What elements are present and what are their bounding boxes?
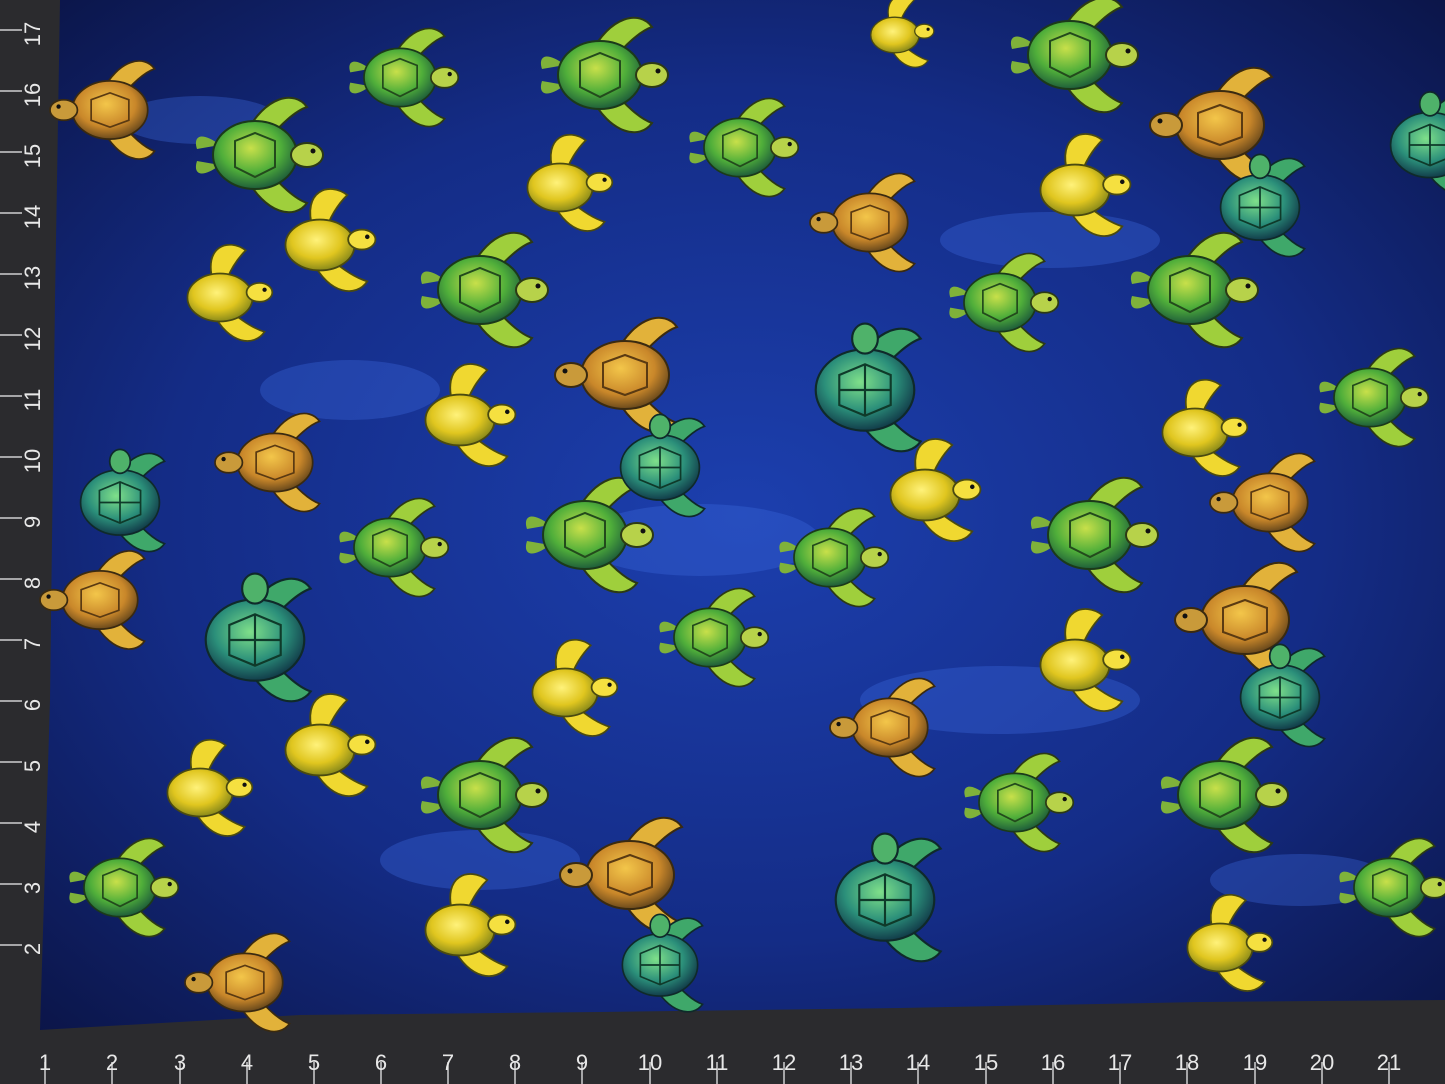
ruler-left-14: 14	[20, 205, 45, 229]
ruler-bottom-1: 1	[39, 1050, 51, 1075]
ruler-bottom-3: 3	[174, 1050, 186, 1075]
ruler-bottom-10: 10	[638, 1050, 662, 1075]
ruler-left-10: 10	[20, 449, 45, 473]
ruler-left-9: 9	[20, 516, 45, 528]
ruler-left-15: 15	[20, 144, 45, 168]
ruler-left-11: 11	[20, 389, 45, 412]
ruler-bottom-16: 16	[1041, 1050, 1065, 1075]
ruler-left-2: 2	[20, 943, 45, 955]
ruler-left-6: 6	[20, 699, 45, 711]
ruler-left-17: 17	[20, 22, 45, 46]
ruler-bottom-12: 12	[772, 1050, 796, 1075]
ruler-bottom-14: 14	[906, 1050, 930, 1075]
ruler-left-7: 7	[20, 638, 45, 650]
ruler-bottom-2: 2	[106, 1050, 118, 1075]
ruler-bottom-13: 13	[839, 1050, 863, 1075]
ruler-bottom-7: 7	[442, 1050, 454, 1075]
ruler-bottom-11: 11	[706, 1050, 729, 1075]
ruler-bottom-17: 17	[1108, 1050, 1132, 1075]
ruler-bottom-6: 6	[375, 1050, 387, 1075]
ruler-left-13: 13	[20, 266, 45, 290]
ruler-bottom-8: 8	[509, 1050, 521, 1075]
ruler-bottom-4: 4	[241, 1050, 253, 1075]
ruler-left-4: 4	[20, 821, 45, 833]
bottom-ruler-numbers: 1 2 3 4 5 6 7 8 9 10 11 12 13 14 15 16 1…	[39, 1050, 1401, 1075]
ruler-bottom-21: 21	[1377, 1050, 1401, 1075]
ruler-bottom-19: 19	[1243, 1050, 1267, 1075]
fabric-photo: 17 16 15 14 13 12 11 10 9 8 7 6 5 4 3 2 …	[0, 0, 1445, 1084]
ruler-bottom-5: 5	[308, 1050, 320, 1075]
ruler-left-12: 12	[20, 327, 45, 351]
ruler-left-3: 3	[20, 882, 45, 894]
ruler-bottom-20: 20	[1310, 1050, 1334, 1075]
ruler-left-8: 8	[20, 577, 45, 589]
ruler-bottom-9: 9	[576, 1050, 588, 1075]
ruler-left-5: 5	[20, 760, 45, 772]
ruler-bottom-18: 18	[1175, 1050, 1199, 1075]
ruler-left-16: 16	[20, 83, 45, 107]
ruler-bottom-15: 15	[974, 1050, 998, 1075]
